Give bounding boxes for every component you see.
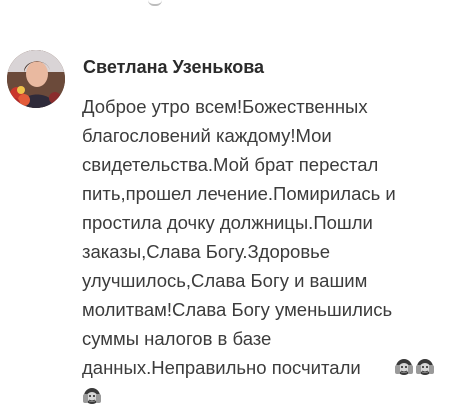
avatar-photo-icon: [7, 50, 65, 108]
author-avatar[interactable]: [7, 50, 65, 108]
hear-no-evil-monkey-icon: [415, 356, 435, 378]
comment-page: Светлана Узенькова Доброе утро всем!Боже…: [0, 0, 467, 404]
hear-no-evil-monkey-icon: [394, 356, 414, 378]
emoji-group-inline: [394, 356, 436, 378]
author-name[interactable]: Светлана Узенькова: [83, 57, 264, 78]
cropped-glyph: [148, 0, 162, 6]
comment-text: Доброе утро всем!Божественных благослове…: [82, 96, 396, 378]
emoji-group-wrapped: [82, 385, 103, 404]
comment-item: Светлана Узенькова Доброе утро всем!Боже…: [0, 40, 467, 404]
hear-no-evil-monkey-icon: [82, 385, 102, 404]
previous-comment-remnant: [0, 0, 467, 10]
